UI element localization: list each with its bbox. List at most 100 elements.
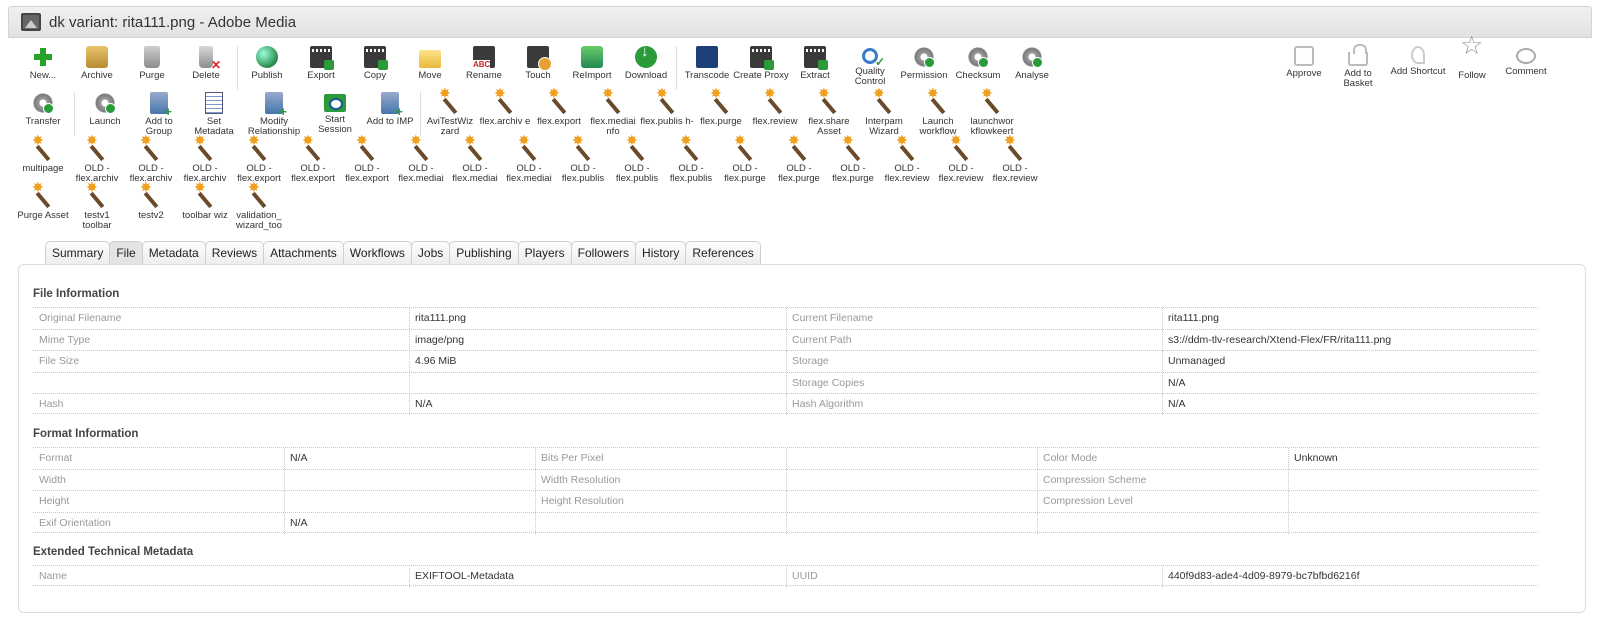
- wand-icon: [32, 182, 54, 208]
- cell-divider: [786, 351, 787, 372]
- tool-flex-publis-h-button[interactable]: flex.publis h-: [639, 88, 695, 127]
- tool-publish-button[interactable]: Publish: [239, 46, 295, 81]
- tool-old-flex-archiv-button[interactable]: OLD - flex.archiv: [123, 135, 179, 184]
- tool-checksum-button[interactable]: Checksum: [950, 46, 1006, 81]
- tool-old-flex-purge-button[interactable]: OLD - flex.purge: [825, 135, 881, 184]
- tool-create-proxy-button[interactable]: Create Proxy: [733, 46, 789, 81]
- tool-toolbar-wiz-button[interactable]: toolbar wiz: [177, 182, 233, 221]
- tool-old-flex-publis-button[interactable]: OLD - flex.publis: [555, 135, 611, 184]
- tool-avitestwiz-zard-button[interactable]: AviTestWiz zard: [422, 88, 478, 137]
- window-titlebar: dk variant: rita111.png - Adobe Media: [8, 6, 1592, 38]
- wand-icon: [873, 88, 895, 114]
- tool-old-flex-review-button[interactable]: OLD - flex.review: [879, 135, 935, 184]
- tool-extract-button[interactable]: Extract: [787, 46, 843, 81]
- tool-label: Extract: [800, 70, 830, 81]
- tool-launch-button[interactable]: Launch: [77, 92, 133, 127]
- field-label: Hash Algorithm: [792, 398, 864, 410]
- tool-old-flex-archiv-button[interactable]: OLD - flex.archiv: [177, 135, 233, 184]
- tool-flex-export-button[interactable]: flex.export: [531, 88, 587, 127]
- tool-old-flex-publis-button[interactable]: OLD - flex.publis: [663, 135, 719, 184]
- tool-validation-wizard-too-button[interactable]: validation_ wizard_too: [231, 182, 287, 231]
- tool-old-flex-purge-button[interactable]: OLD - flex.purge: [717, 135, 773, 184]
- permission-icon: [913, 46, 935, 68]
- tool-flex-review-button[interactable]: flex.review: [747, 88, 803, 127]
- tool-label: flex.archiv e: [479, 116, 531, 127]
- tool-comment-button[interactable]: Comment: [1498, 46, 1554, 77]
- wand-icon: [518, 135, 540, 161]
- tool-old-flex-mediai-button[interactable]: OLD - flex.mediai: [393, 135, 449, 184]
- tab-followers[interactable]: Followers: [570, 241, 637, 265]
- tool-purge-asset-button[interactable]: Purge Asset: [15, 182, 71, 221]
- tool-approve-button[interactable]: Approve: [1276, 46, 1332, 79]
- tool-new-button[interactable]: New...: [15, 46, 71, 81]
- checksum-icon: [967, 46, 989, 68]
- field-value: Unknown: [1294, 452, 1338, 464]
- tab-file[interactable]: File: [109, 241, 143, 265]
- tool-touch-button[interactable]: Touch: [510, 46, 566, 81]
- tool-flex-share-asset-button[interactable]: flex.share Asset: [801, 88, 857, 137]
- tool-flex-purge-button[interactable]: flex.purge: [693, 88, 749, 127]
- tool-multipage-button[interactable]: multipage: [15, 135, 71, 174]
- tool-transcode-button[interactable]: Transcode: [679, 46, 735, 81]
- tool-testv2-button[interactable]: testv2: [123, 182, 179, 221]
- tool-purge-button[interactable]: Purge: [124, 46, 180, 81]
- tool-launch-workflow-button[interactable]: Launch workflow: [910, 88, 966, 137]
- tool-copy-button[interactable]: Copy: [347, 46, 403, 81]
- tool-old-flex-mediai-button[interactable]: OLD - flex.mediai: [501, 135, 557, 184]
- tool-testv1-toolbar-button[interactable]: testv1 toolbar: [69, 182, 125, 231]
- tab-workflows[interactable]: Workflows: [342, 241, 412, 265]
- tool-export-button[interactable]: Export: [293, 46, 349, 81]
- info-row: Hash N/A Hash Algorithm N/A: [33, 393, 1538, 415]
- tool-label: Download: [624, 70, 668, 81]
- cell-divider: [1162, 372, 1163, 394]
- tool-delete-button[interactable]: Delete: [178, 46, 234, 81]
- wand-icon: [680, 135, 702, 161]
- tab-attachments[interactable]: Attachments: [263, 241, 344, 265]
- tool-old-flex-purge-button[interactable]: OLD - flex.purge: [771, 135, 827, 184]
- tool-old-flex-review-button[interactable]: OLD - flex.review: [987, 135, 1043, 184]
- tool-set-metadata-button[interactable]: Set Metadata: [186, 92, 242, 137]
- field-label: Current Filename: [792, 312, 874, 324]
- tool-start-session-button[interactable]: Start Session: [307, 92, 363, 135]
- tool-modify-relationship-button[interactable]: Modify Relationship: [246, 92, 302, 137]
- tool-old-flex-review-button[interactable]: OLD - flex.review: [933, 135, 989, 184]
- tool-flex-mediai-nfo-button[interactable]: flex.mediai nfo: [585, 88, 641, 137]
- tab-publishing[interactable]: Publishing: [449, 241, 519, 265]
- tool-add-to-basket-button[interactable]: Add to Basket: [1330, 44, 1386, 89]
- tool-reimport-button[interactable]: ReImport: [564, 46, 620, 81]
- tool-download-button[interactable]: Download: [618, 46, 674, 81]
- tool-old-flex-publis-button[interactable]: OLD - flex.publis: [609, 135, 665, 184]
- tool-permission-button[interactable]: Permission: [896, 46, 952, 81]
- toolbar-separator: [74, 92, 75, 136]
- copy-icon: [364, 46, 388, 70]
- tool-archive-button[interactable]: Archive: [69, 46, 125, 81]
- tab-references[interactable]: References: [685, 241, 761, 265]
- tab-reviews[interactable]: Reviews: [204, 241, 265, 265]
- cell-divider: [786, 329, 787, 351]
- tool-move-button[interactable]: Move: [402, 46, 458, 81]
- tab-metadata[interactable]: Metadata: [141, 241, 206, 265]
- tool-transfer-button[interactable]: Transfer: [15, 92, 71, 127]
- tab-players[interactable]: Players: [517, 241, 572, 265]
- tool-old-flex-archiv-button[interactable]: OLD - flex.archiv: [69, 135, 125, 184]
- field-label: Height Resolution: [541, 495, 624, 507]
- tool-analyse-button[interactable]: Analyse: [1004, 46, 1060, 81]
- tool-old-flex-export-button[interactable]: OLD - flex.export: [285, 135, 341, 184]
- tool-add-to-imp-button[interactable]: Add to IMP: [362, 92, 418, 127]
- tool-add-to-group-button[interactable]: Add to Group: [131, 92, 187, 137]
- tool-quality-control-button[interactable]: Quality Control: [842, 46, 898, 87]
- tool-interpam-wizard-button[interactable]: Interpam Wizard: [856, 88, 912, 137]
- tool-label: Quality Control: [854, 66, 886, 87]
- tool-old-flex-mediai-button[interactable]: OLD - flex.mediai: [447, 135, 503, 184]
- tool-add-shortcut-button[interactable]: Add Shortcut: [1390, 46, 1446, 77]
- tab-history[interactable]: History: [635, 241, 687, 265]
- tool-flex-archiv-e-button[interactable]: flex.archiv e: [477, 88, 533, 127]
- tool-old-flex-export-button[interactable]: OLD - flex.export: [231, 135, 287, 184]
- tool-rename-button[interactable]: Rename: [456, 46, 512, 81]
- tab-summary[interactable]: Summary: [45, 241, 111, 265]
- tab-jobs[interactable]: Jobs: [410, 241, 451, 265]
- tool-old-flex-export-button[interactable]: OLD - flex.export: [339, 135, 395, 184]
- tool-follow-button[interactable]: Follow: [1444, 40, 1500, 81]
- tool-launchwor-kflowkeert-button[interactable]: launchwor kflowkeert: [964, 88, 1020, 137]
- wand-icon: [302, 135, 324, 161]
